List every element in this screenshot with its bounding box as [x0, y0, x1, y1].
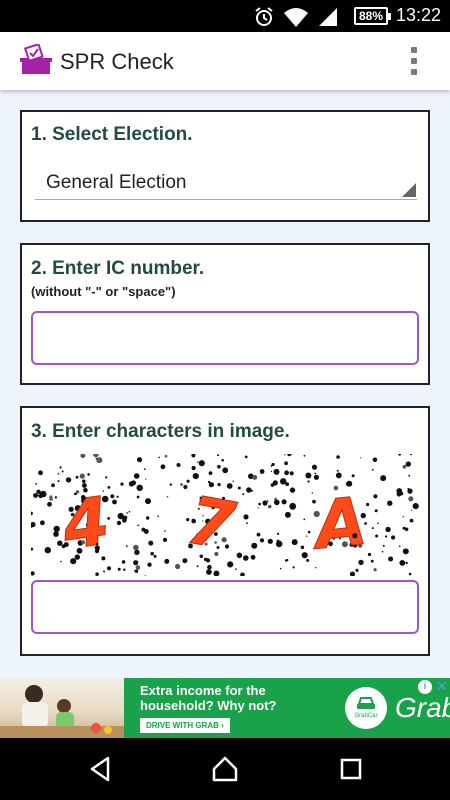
ad-headline: Extra income for the household? Why not?: [140, 683, 277, 713]
ic-card: 2. Enter IC number. (without "-" or "spa…: [20, 243, 430, 385]
overflow-menu-icon[interactable]: [404, 46, 424, 76]
captcha-input[interactable]: [31, 580, 419, 634]
app-bar: SPR Check: [0, 32, 450, 90]
signal-icon: [319, 8, 337, 26]
form-content: 1. Select Election. General Election 2. …: [0, 90, 450, 678]
battery-indicator: 88%: [354, 7, 391, 25]
captcha-step-title: 3. Enter characters in image.: [31, 421, 290, 442]
navigation-bar: [0, 738, 450, 800]
ad-photo: [0, 678, 124, 738]
app-title: SPR Check: [60, 49, 174, 74]
election-step-title: 1. Select Election.: [31, 124, 193, 145]
ic-hint: (without "-" or "space"): [31, 284, 176, 299]
election-selected-value: General Election: [46, 172, 187, 193]
ad-banner[interactable]: Extra income for the household? Why not?…: [0, 678, 450, 738]
clock-time: 13:22: [396, 5, 442, 25]
back-icon[interactable]: [86, 754, 116, 784]
alarm-icon: [255, 7, 273, 26]
ballot-box-icon: [20, 44, 52, 74]
wifi-icon: [284, 8, 308, 27]
grabcar-label: GrabCar: [354, 713, 378, 719]
grabcar-badge: GrabCar: [345, 687, 387, 729]
grab-logo: Grab: [395, 692, 450, 723]
captcha-card: 3. Enter characters in image. 47A: [20, 406, 430, 656]
ic-number-input[interactable]: [31, 311, 419, 365]
home-icon[interactable]: [210, 754, 240, 784]
ad-info-icon[interactable]: i: [418, 680, 432, 694]
captcha-image: 47A: [31, 454, 419, 576]
ad-close-icon[interactable]: ✕: [436, 679, 448, 693]
election-card: 1. Select Election. General Election: [20, 110, 430, 222]
dropdown-arrow-icon: [402, 183, 416, 197]
recent-apps-icon[interactable]: [336, 754, 366, 784]
election-select[interactable]: General Election: [35, 168, 417, 200]
ic-step-title: 2. Enter IC number.: [31, 258, 205, 279]
car-icon: [357, 697, 375, 709]
ad-cta-button[interactable]: DRIVE WITH GRAB ›: [140, 718, 230, 733]
status-bar: 88% 13:22: [0, 0, 450, 32]
